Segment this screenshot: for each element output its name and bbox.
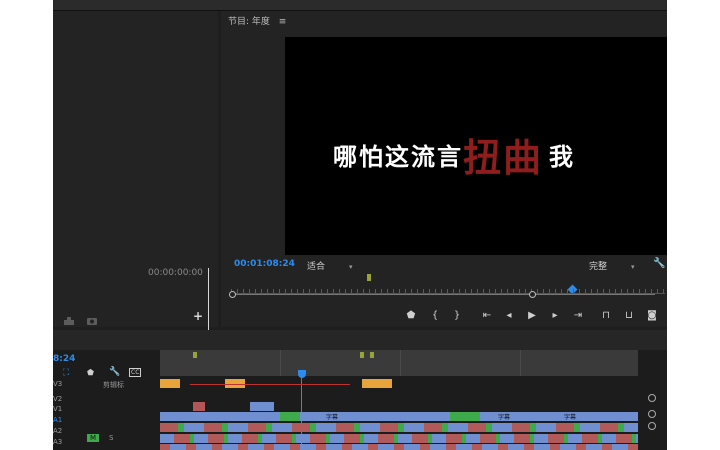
track-header-text: 剪辑标 [103, 381, 124, 389]
export-frame-icon[interactable] [63, 310, 75, 325]
clip[interactable] [250, 402, 274, 411]
timeline-lane-a2[interactable] [160, 434, 638, 443]
scroll-handle[interactable] [648, 422, 656, 430]
subtitle-text: 哪怕这流言扭曲我 [333, 127, 575, 182]
wrench-icon[interactable]: 🔧 [109, 367, 120, 377]
premiere-window: 00:00:00:00 + 节目: 年度 ≡ 哪怕这流言扭曲我 00:01:08… [53, 0, 667, 450]
timeline-lane-v2 [160, 402, 638, 411]
clip[interactable] [160, 379, 180, 388]
marker-flag[interactable] [367, 274, 371, 281]
top-strip [53, 0, 667, 11]
program-monitor-panel: 节目: 年度 ≡ 哪怕这流言扭曲我 00:01:08:24 适合 ▾ 完整 ▾ 🔧 … [221, 11, 667, 327]
marker-icon[interactable]: ⬟ [404, 310, 418, 322]
clip[interactable] [160, 412, 280, 421]
scroll-handle[interactable] [648, 410, 656, 418]
clip[interactable] [193, 402, 205, 411]
timeline-panel: 8:24 ⛶ ⬟ 🔧 CC V3 剪辑标 V2 V1 A1 A2 A3 M S [53, 330, 667, 450]
track-label-A1[interactable]: A1 [53, 416, 62, 424]
go-to-out-icon[interactable]: ⇥ [571, 310, 585, 322]
timeline-lane-top [160, 379, 638, 388]
track-label-A2[interactable]: A2 [53, 427, 62, 435]
zoom-handle-left[interactable] [229, 291, 236, 298]
clip[interactable]: 字幕 [480, 412, 560, 421]
camera-icon[interactable]: ◙ [645, 310, 659, 322]
zoom-handle-right[interactable] [529, 291, 536, 298]
lift-icon[interactable]: ⊓ [599, 310, 613, 322]
marker-add-icon[interactable]: ⬟ [87, 368, 94, 377]
clip-label: 字幕 [326, 414, 339, 421]
clip[interactable] [450, 412, 480, 421]
source-timecode: 00:00:00:00 [148, 268, 203, 278]
video-preview: 哪怕这流言扭曲我 [285, 37, 667, 255]
ruler-tick [280, 350, 281, 376]
clip[interactable] [280, 412, 300, 421]
out-point-icon[interactable]: } [450, 310, 464, 322]
timeline-header: 8:24 [53, 330, 667, 364]
marker-flag[interactable] [193, 352, 197, 358]
fit-dropdown-label: 适合 [307, 262, 326, 272]
chevron-down-icon: ▾ [349, 263, 353, 271]
source-monitor-panel: 00:00:00:00 + [53, 11, 218, 334]
clip[interactable]: 字幕 [300, 412, 450, 421]
clip-label: 字幕 [498, 414, 511, 421]
in-point-icon[interactable]: { [428, 310, 442, 322]
chevron-down-icon: ▾ [631, 263, 635, 271]
zoom-bar[interactable] [231, 294, 655, 295]
program-title[interactable]: 节目: 年度 [228, 17, 270, 27]
timeline-timecode[interactable]: 8:24 [53, 354, 75, 364]
program-timecode[interactable]: 00:01:08:24 [234, 259, 295, 269]
timeline-ruler[interactable] [160, 350, 638, 376]
fit-dropdown[interactable]: 适合 ▾ [307, 259, 359, 272]
quality-dropdown-label: 完整 [589, 262, 608, 272]
program-title-row: 节目: 年度 ≡ [228, 14, 286, 27]
hamburger-icon[interactable]: ≡ [279, 17, 287, 27]
ruler-tick [400, 350, 401, 376]
marker-flag[interactable] [360, 352, 364, 358]
red-line [190, 384, 350, 385]
track-label-V1[interactable]: V1 [53, 405, 62, 413]
ruler-tick [520, 350, 521, 376]
camera-icon[interactable] [86, 310, 98, 325]
wrench-icon[interactable]: 🔧 [653, 258, 665, 269]
go-to-in-icon[interactable]: ⇤ [480, 310, 494, 322]
timeline-lane-a3[interactable] [160, 444, 638, 450]
solo-toggle[interactable]: S [109, 434, 113, 442]
extract-icon[interactable]: ⊔ [622, 310, 636, 322]
step-back-icon[interactable]: ◂ [502, 310, 516, 322]
subtitle-highlight: 扭曲 [463, 135, 544, 180]
clip-label: 字幕 [564, 414, 577, 421]
subtitle-part-1: 哪怕这流言 [333, 142, 463, 171]
track-label-V3[interactable]: V3 [53, 380, 62, 388]
mute-toggle[interactable]: M [87, 434, 99, 442]
clip[interactable]: 字幕 [560, 412, 638, 421]
marker-flag[interactable] [370, 352, 374, 358]
add-button-icon[interactable]: + [193, 309, 203, 323]
quality-dropdown[interactable]: 完整 ▾ [589, 259, 647, 272]
track-label-V2[interactable]: V2 [53, 395, 62, 403]
snap-icon[interactable]: ⛶ [63, 368, 69, 378]
clip[interactable] [362, 379, 392, 388]
subtitle-part-3: 我 [549, 142, 576, 171]
play-icon[interactable]: ▶ [525, 310, 539, 322]
track-label-A3[interactable]: A3 [53, 438, 62, 446]
playhead-handle[interactable] [298, 370, 306, 378]
program-time-ruler[interactable] [231, 284, 665, 294]
timeline-lane-v1: 字幕 字幕 字幕 [160, 412, 638, 421]
scroll-handle[interactable] [648, 394, 656, 402]
timeline-lane-a1[interactable] [160, 423, 638, 432]
captions-icon[interactable]: CC [129, 368, 142, 377]
step-forward-icon[interactable]: ▸ [548, 310, 562, 322]
